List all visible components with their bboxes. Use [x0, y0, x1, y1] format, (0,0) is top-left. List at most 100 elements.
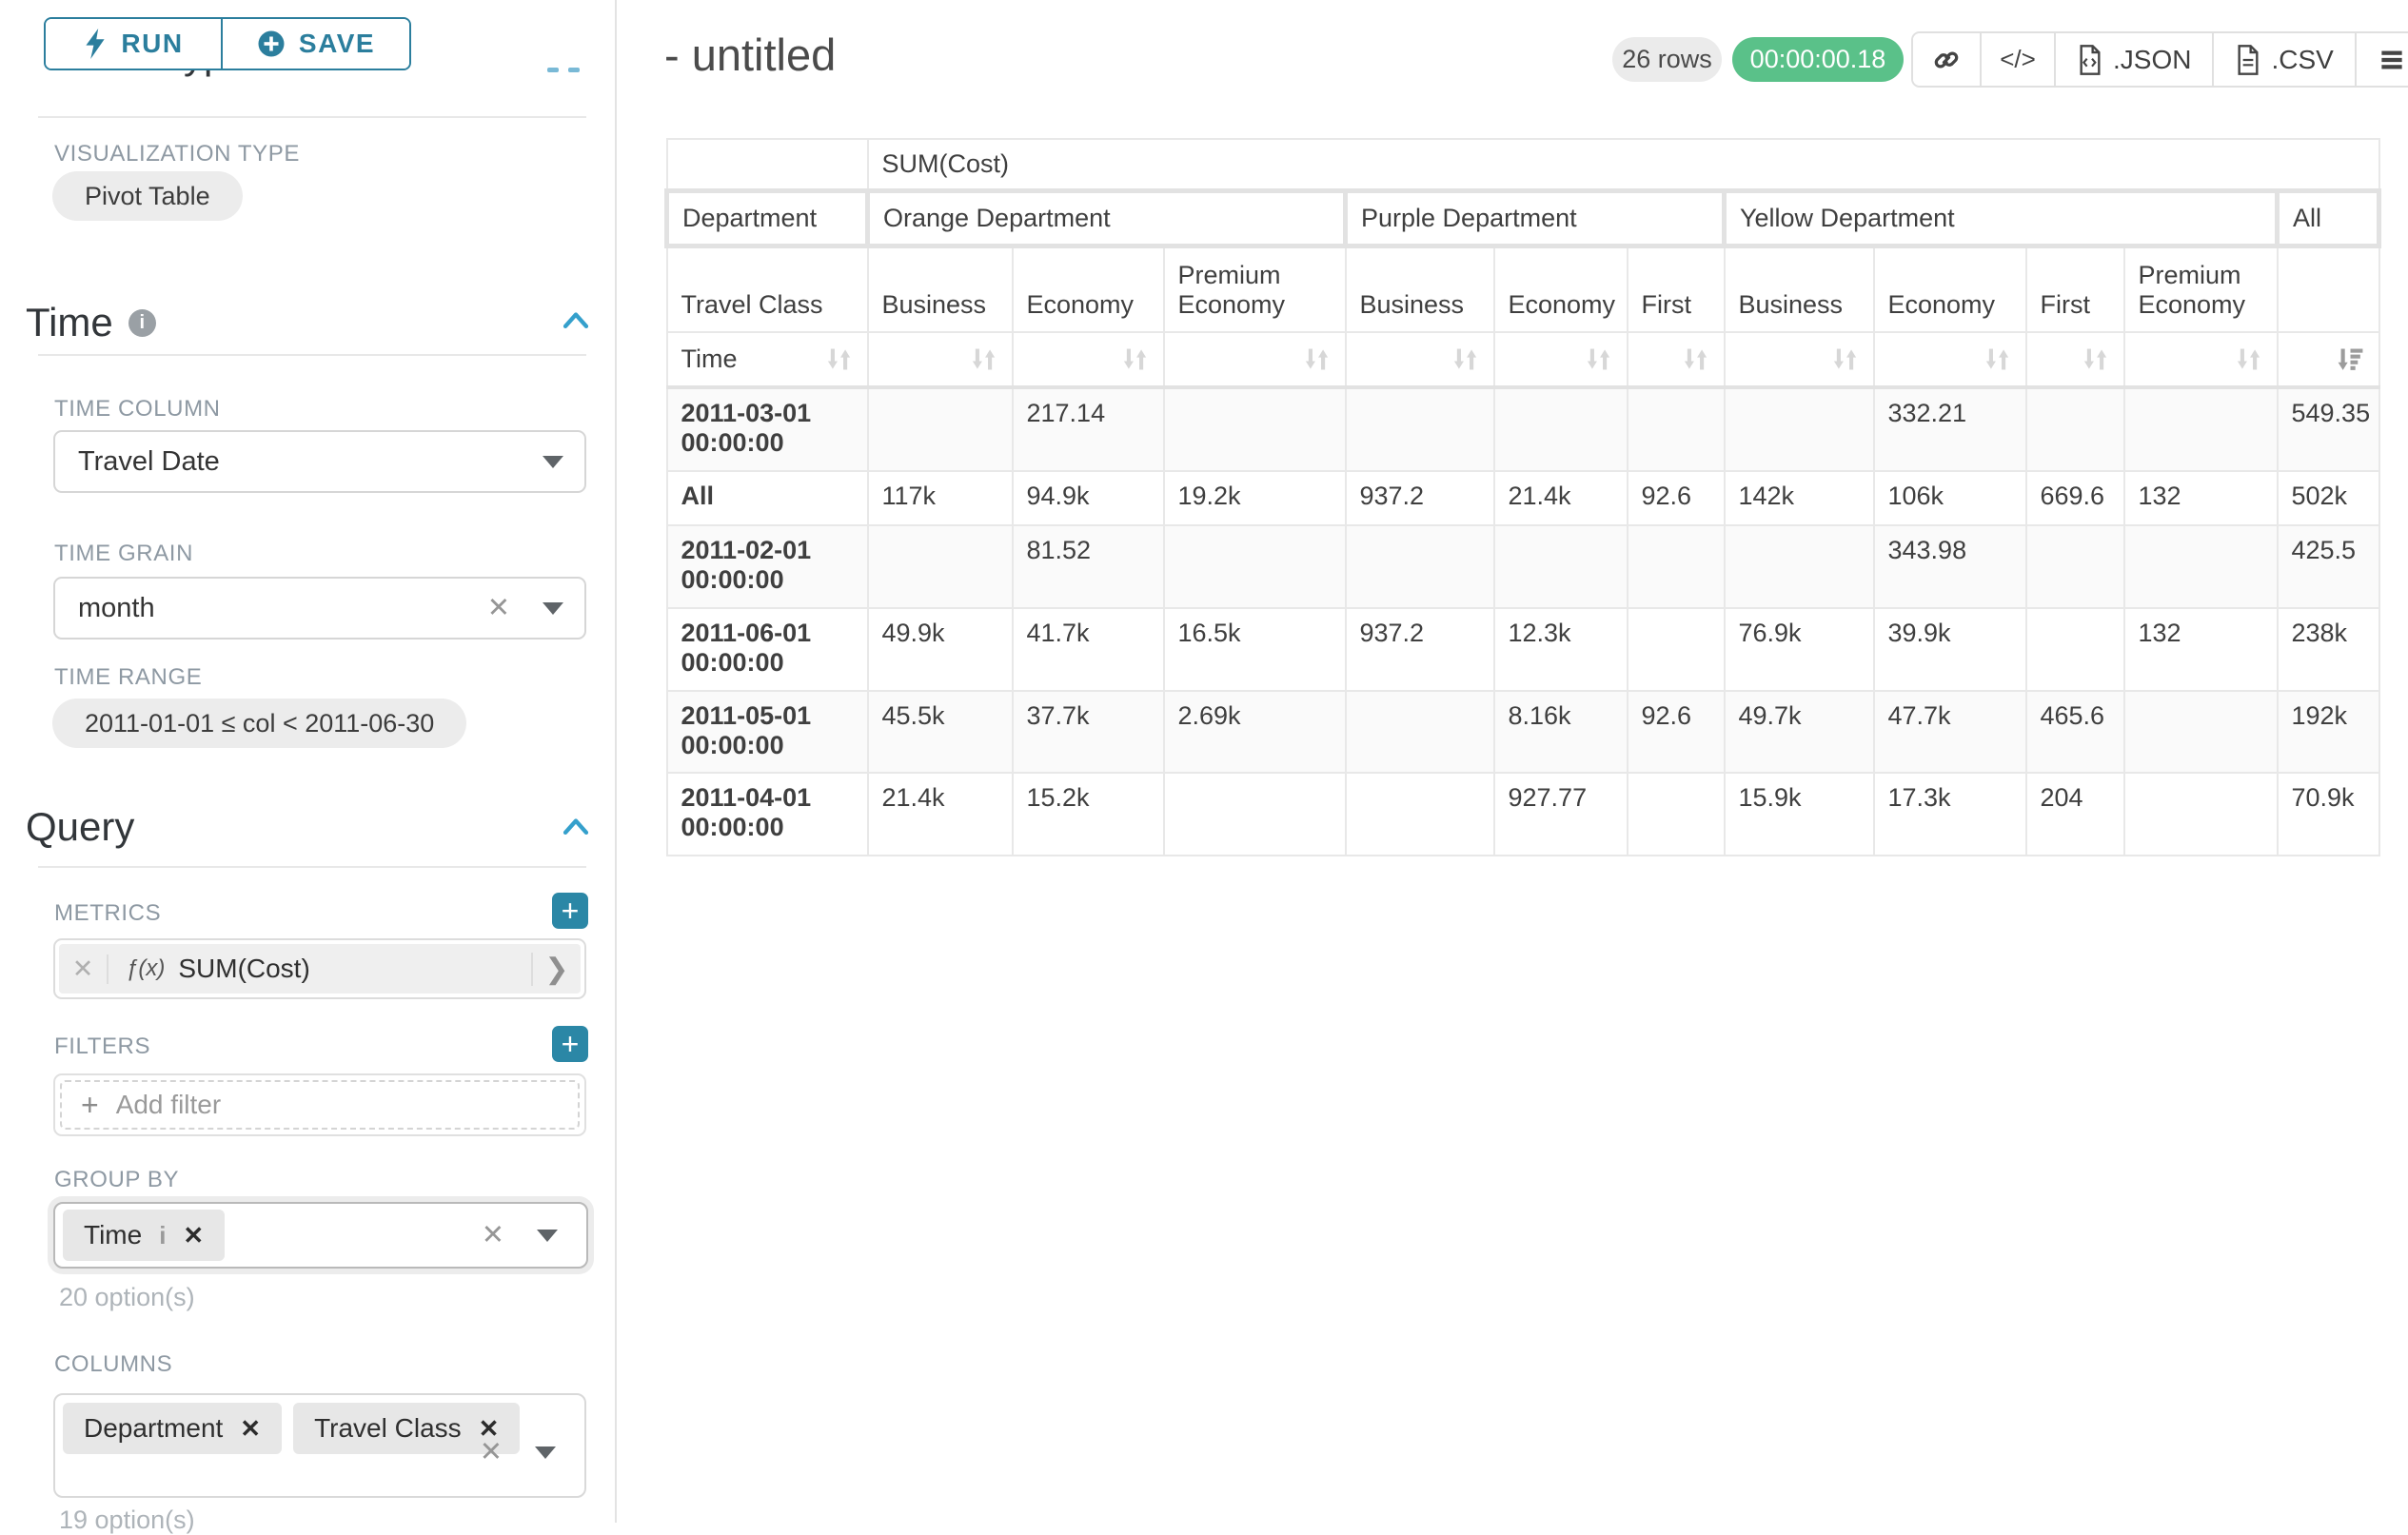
pivot-cell: 92.6 [1628, 691, 1725, 773]
pivot-cell: 343.98 [1874, 525, 2026, 608]
sort-toggle-icon[interactable] [1830, 344, 1860, 374]
pivot-cell [1628, 608, 1725, 691]
expand-metric-icon[interactable]: ❯ [531, 953, 581, 986]
clear-icon[interactable]: ✕ [487, 595, 510, 622]
pivot-cell: 117k [868, 471, 1013, 525]
pivot-cell [1628, 387, 1725, 471]
group-by-chip[interactable]: Time i ✕ [63, 1210, 225, 1261]
metric-chip[interactable]: ƒ(x) SUM(Cost) [109, 954, 531, 984]
share-link-button[interactable] [1913, 33, 1982, 86]
visualization-type-chip[interactable]: Pivot Table [52, 171, 243, 221]
remove-metric-icon[interactable]: ✕ [59, 954, 109, 984]
columns-select[interactable]: Department ✕ Travel Class ✕ ✕ [53, 1393, 586, 1498]
remove-chip-icon[interactable]: ✕ [240, 1414, 261, 1444]
remove-chip-icon[interactable]: ✕ [183, 1221, 204, 1250]
row-count-badge: 26 rows [1612, 37, 1722, 82]
row-header: 2011-05-01 00:00:00 [667, 691, 868, 773]
view-query-button[interactable]: </> [1982, 33, 2056, 86]
row-header: 2011-02-01 00:00:00 [667, 525, 868, 608]
sort-cell [2124, 332, 2278, 387]
lightning-bolt-icon [83, 29, 108, 59]
collapse-query-icon[interactable] [562, 817, 590, 836]
sort-toggle-icon[interactable] [1302, 344, 1332, 374]
pivot-cell [1346, 773, 1494, 856]
link-icon [1932, 46, 1961, 74]
sort-toggle-icon[interactable] [824, 344, 854, 374]
pivot-cell: 2.69k [1164, 691, 1346, 773]
clear-icon[interactable]: ✕ [482, 1222, 504, 1250]
sort-cell [1494, 332, 1628, 387]
travel-class-header: Business [1725, 246, 1874, 332]
code-icon: </> [2000, 45, 2036, 74]
pivot-cell [1725, 525, 1874, 608]
menu-button[interactable] [2357, 33, 2408, 86]
sort-toggle-icon[interactable] [1120, 344, 1150, 374]
pivot-cell: 49.9k [868, 608, 1013, 691]
pivot-cell: 92.6 [1628, 471, 1725, 525]
pivot-cell: 332.21 [1874, 387, 2026, 471]
metrics-label: METRICS [54, 900, 161, 927]
time-range-label: TIME RANGE [54, 664, 202, 691]
export-csv-button[interactable]: .CSV [2214, 33, 2356, 86]
travel-class-header [2278, 246, 2379, 332]
export-toolbar: </> .JSON .CSV [1911, 31, 2408, 88]
row-header: 2011-04-01 00:00:00 [667, 773, 868, 856]
sort-cell [1346, 332, 1494, 387]
sort-toggle-icon[interactable] [2234, 344, 2263, 374]
add-metric-button[interactable]: + [552, 893, 588, 929]
function-icon: ƒ(x) [126, 955, 165, 982]
pivot-cell: 16.5k [1164, 608, 1346, 691]
group-by-option-count: 20 option(s) [59, 1283, 195, 1312]
run-button[interactable]: RUN [46, 19, 223, 69]
save-button[interactable]: SAVE [223, 19, 409, 69]
sort-toggle-icon[interactable] [1584, 344, 1613, 374]
chart-title[interactable]: - untitled [664, 29, 836, 81]
chevron-down-icon [535, 1446, 556, 1459]
sort-descending-icon[interactable] [2336, 344, 2365, 374]
collapse-time-icon[interactable] [562, 310, 590, 329]
export-json-button[interactable]: .JSON [2056, 33, 2214, 86]
time-column-select[interactable]: Travel Date [53, 430, 586, 493]
pivot-cell [2124, 773, 2278, 856]
sort-toggle-icon[interactable] [1451, 344, 1480, 374]
travel-class-header: Premium Economy [2124, 246, 2278, 332]
sort-cell [1013, 332, 1164, 387]
travel-class-header: Economy [1494, 246, 1628, 332]
pivot-cell: 106k [1874, 471, 2026, 525]
pivot-cell [1346, 691, 1494, 773]
pivot-cell: 937.2 [1346, 608, 1494, 691]
columns-label: COLUMNS [54, 1351, 172, 1378]
add-filter-button[interactable]: + Add filter [60, 1080, 580, 1130]
pivot-cell: 21.4k [1494, 471, 1628, 525]
group-by-label: GROUP BY [54, 1167, 179, 1193]
section-divider [38, 354, 586, 356]
pivot-cell: 21.4k [868, 773, 1013, 856]
sort-toggle-icon[interactable] [1681, 344, 1710, 374]
pivot-cell: 927.77 [1494, 773, 1628, 856]
query-section-title: Query [26, 804, 134, 850]
chart-area: - untitled 26 rows 00:00:00.18 </> [619, 0, 2408, 1523]
columns-chip[interactable]: Department ✕ [63, 1403, 282, 1454]
sort-toggle-icon[interactable] [1983, 344, 2012, 374]
sort-cell [1725, 332, 1874, 387]
time-range-chip[interactable]: 2011-01-01 ≤ col < 2011-06-30 [52, 699, 466, 748]
clear-icon[interactable]: ✕ [480, 1439, 503, 1466]
pivot-cell: 81.52 [1013, 525, 1164, 608]
sort-toggle-icon[interactable] [2081, 344, 2110, 374]
pivot-cell [1164, 773, 1346, 856]
travel-class-header: First [2026, 246, 2124, 332]
add-filter-plus-button[interactable]: + [552, 1026, 588, 1062]
chevron-down-icon [543, 456, 563, 468]
pivot-cell [1346, 525, 1494, 608]
pivot-cell: 17.3k [1874, 773, 2026, 856]
pivot-cell: 502k [2278, 471, 2379, 525]
sort-toggle-icon[interactable] [969, 344, 998, 374]
pivot-cell: 142k [1725, 471, 1874, 525]
metric-header: SUM(Cost) [868, 139, 2379, 191]
section-divider [38, 866, 586, 868]
pivot-cell [1725, 387, 1874, 471]
pivot-cell [1628, 773, 1725, 856]
department-header: All [2278, 191, 2379, 246]
time-grain-select[interactable]: month ✕ [53, 577, 586, 640]
group-by-select[interactable]: Time i ✕ ✕ [53, 1202, 588, 1269]
